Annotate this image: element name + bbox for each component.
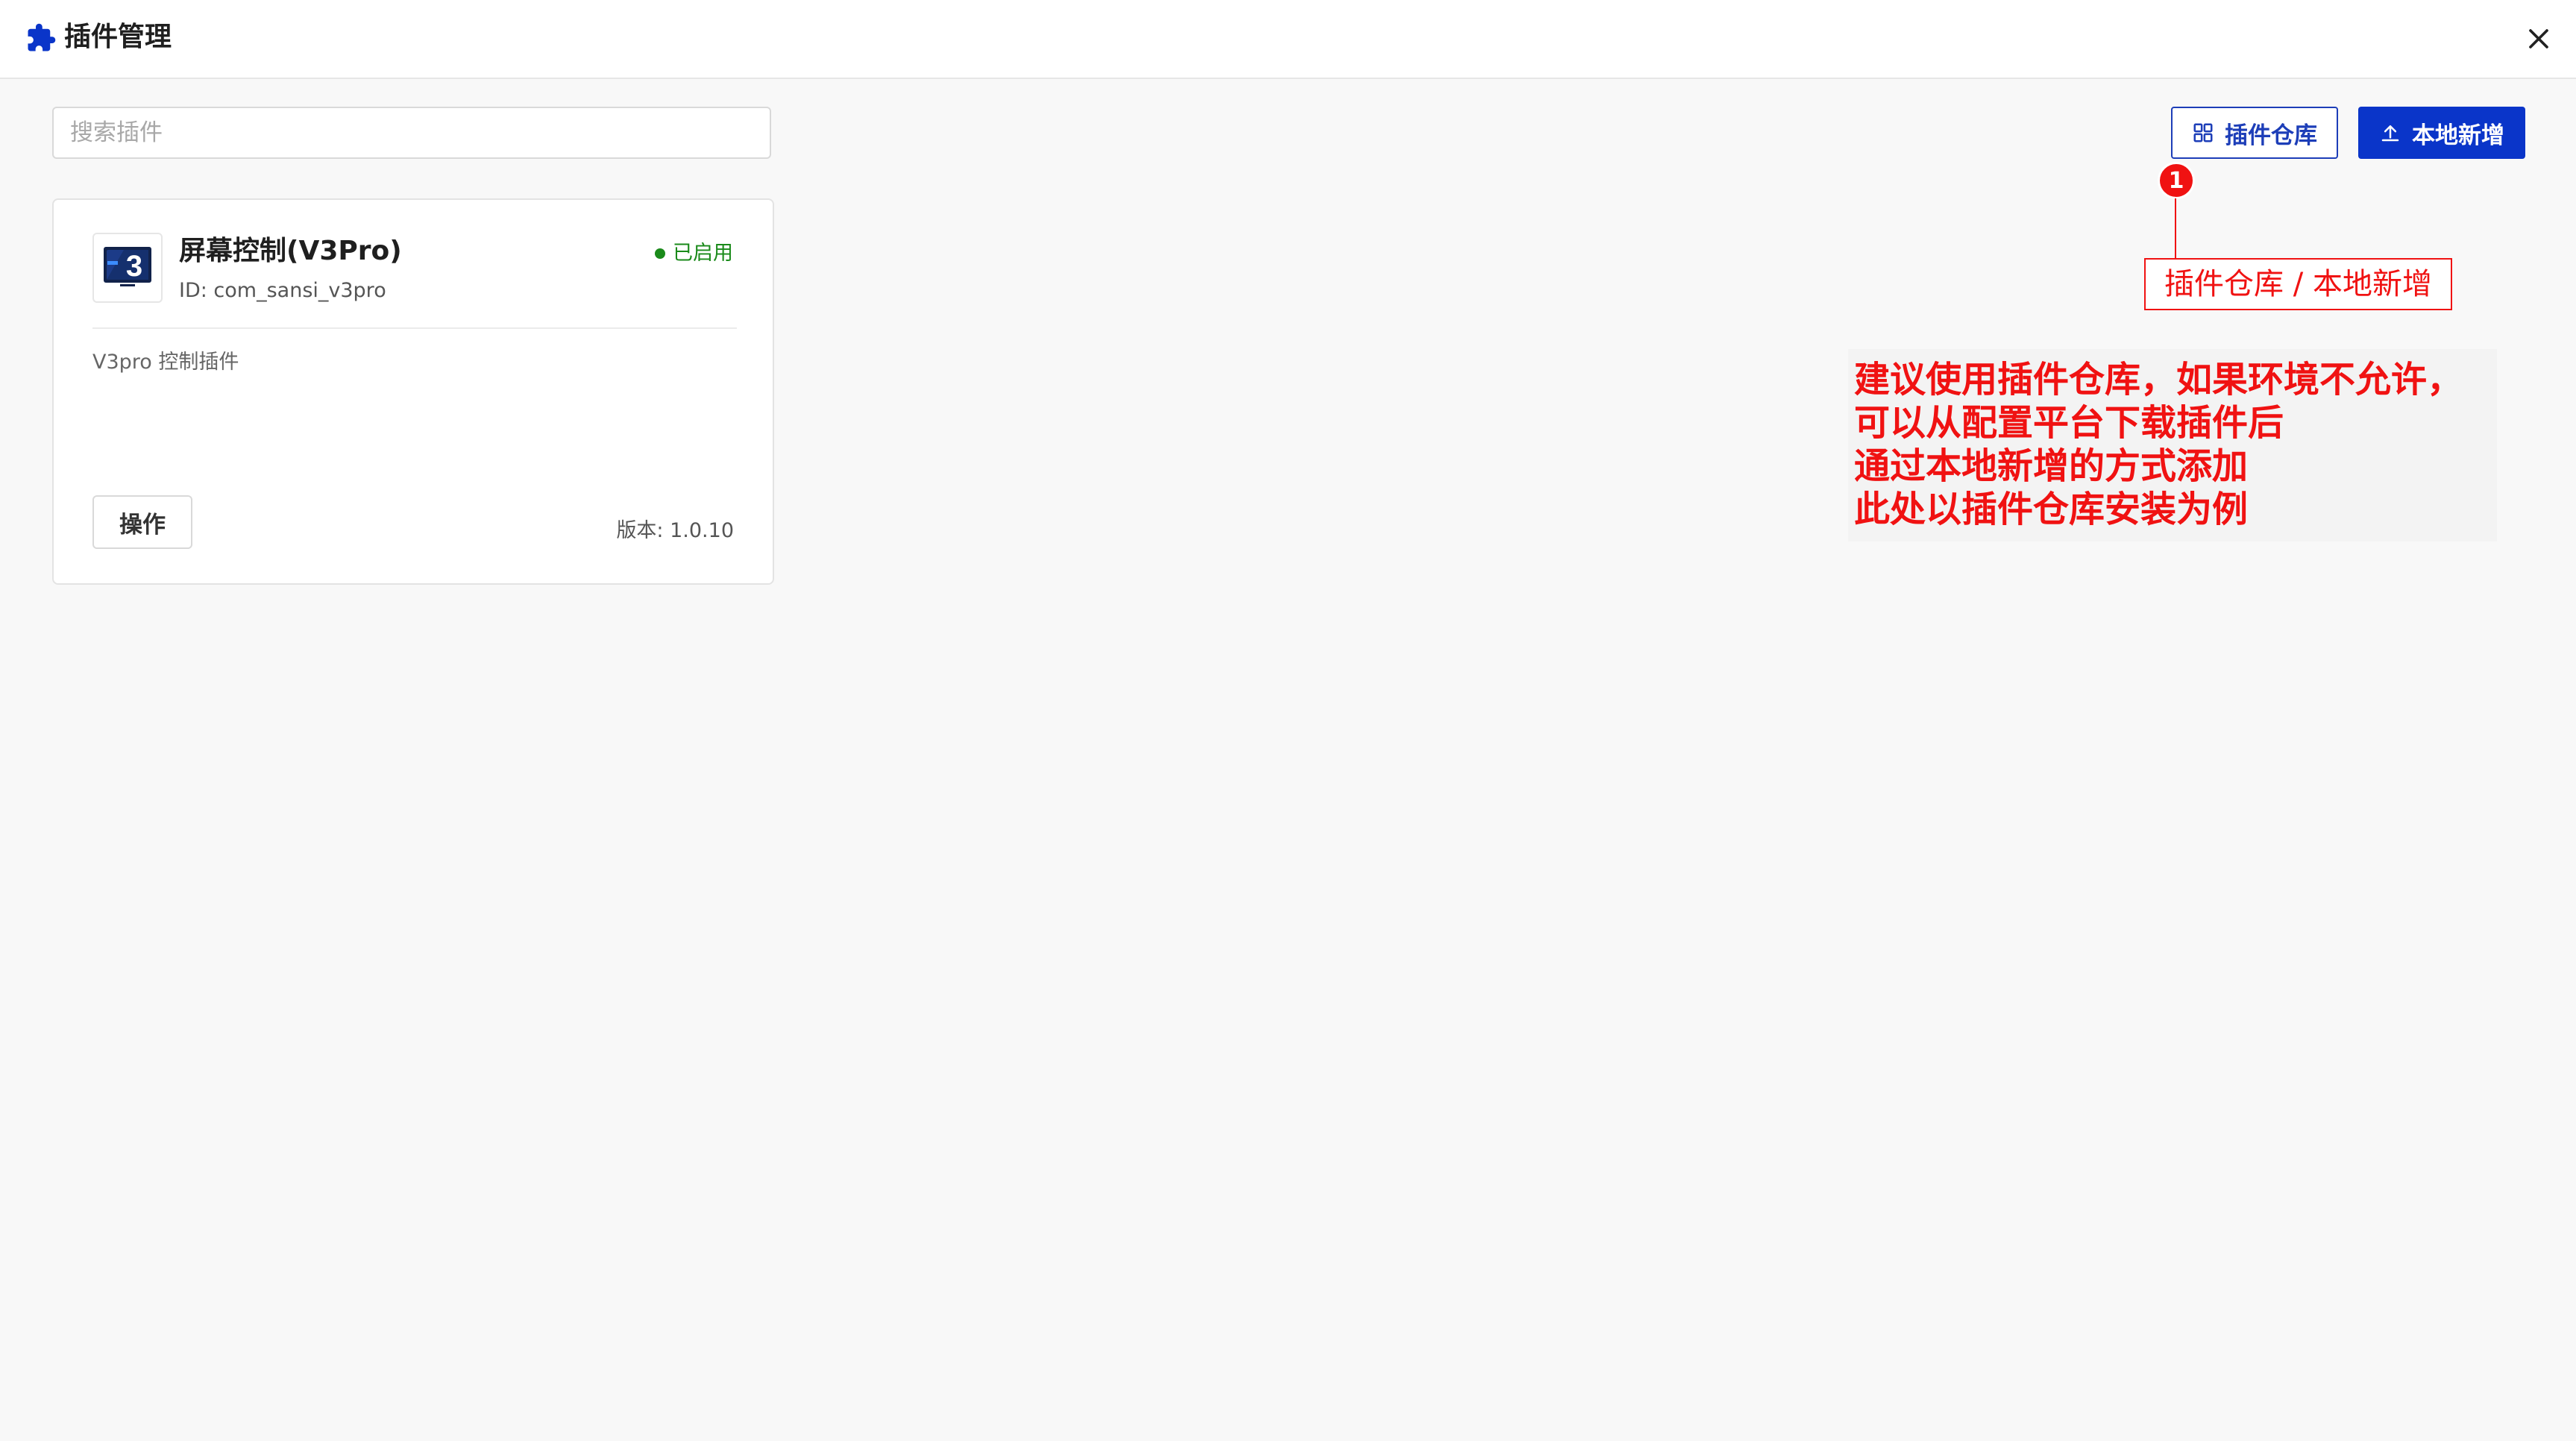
card-divider xyxy=(92,327,737,329)
annotation-note-line: 通过本地新增的方式添加 xyxy=(1854,445,2249,487)
annotation-note-line: 此处以插件仓库安装为例 xyxy=(1854,489,2249,530)
plugin-version: 版本: 1.0.10 xyxy=(616,519,734,542)
local-add-label: 本地新增 xyxy=(2412,122,2504,149)
annotation-note-line: 可以从配置平台下载插件后 xyxy=(1854,402,2284,444)
grid-icon xyxy=(2193,123,2213,142)
plugin-action-button[interactable]: 操作 xyxy=(92,495,192,549)
plugin-repo-button[interactable]: 插件仓库 xyxy=(2171,107,2338,159)
status-dot-icon xyxy=(655,248,665,259)
local-add-button[interactable]: 本地新增 xyxy=(2358,107,2525,159)
dialog-title: 插件管理 xyxy=(64,22,172,52)
puzzle-icon xyxy=(28,23,56,51)
annotation-badge: 1 xyxy=(2158,162,2195,199)
close-icon[interactable] xyxy=(2522,22,2555,55)
plugin-card: 3 屏幕控制(V3Pro) ID: com_sansi_v3pro 已启用 V3… xyxy=(52,198,774,585)
annotation-label: 插件仓库 / 本地新增 xyxy=(2144,258,2452,310)
annotation-note: 建议使用插件仓库，如果环境不允许， 可以从配置平台下载插件后 通过本地新增的方式… xyxy=(1848,349,2497,541)
search-input[interactable] xyxy=(52,107,771,159)
upload-icon xyxy=(2381,125,2399,142)
svg-text:3: 3 xyxy=(126,250,142,283)
plugin-repo-label: 插件仓库 xyxy=(2225,122,2317,149)
v3-logo-icon: 3 xyxy=(104,247,151,286)
status-text: 已启用 xyxy=(673,242,733,265)
plugin-description: V3pro 控制插件 xyxy=(92,351,239,374)
dialog-header: 插件管理 xyxy=(0,0,2576,79)
plugin-logo: 3 xyxy=(92,233,163,303)
annotation-note-line: 建议使用插件仓库，如果环境不允许， xyxy=(1854,359,2463,401)
annotation-connector xyxy=(2175,198,2176,258)
plugin-id: ID: com_sansi_v3pro xyxy=(179,279,386,302)
plugin-name: 屏幕控制(V3Pro) xyxy=(179,236,402,266)
status-badge: 已启用 xyxy=(655,240,733,267)
